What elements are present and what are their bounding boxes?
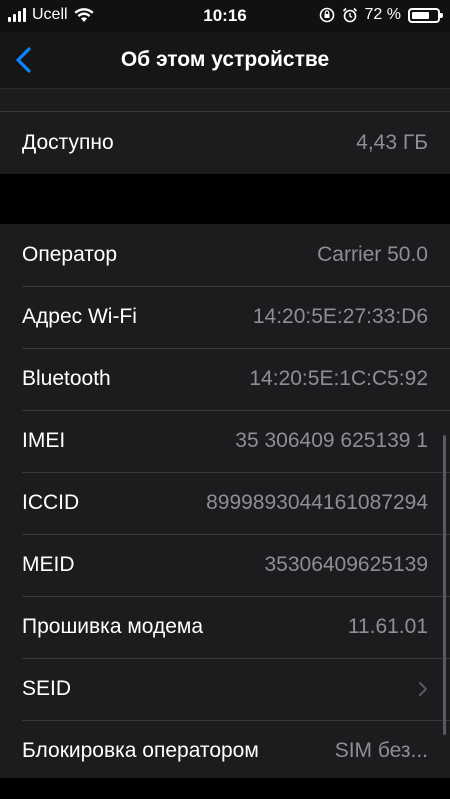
battery-icon <box>408 7 443 23</box>
section-gap <box>0 174 450 224</box>
row-value: 14:20:5E:1C:C5:92 <box>249 367 428 390</box>
previous-row-partial <box>0 89 450 112</box>
row-bluetooth: Bluetooth 14:20:5E:1C:C5:92 <box>0 348 450 410</box>
row-seid[interactable]: SEID <box>0 658 450 720</box>
page-title: Об этом устройстве <box>120 48 330 71</box>
alarm-icon <box>342 7 357 23</box>
row-label: ICCID <box>22 491 80 514</box>
row-iccid: ICCID 8999893044161087294 <box>0 472 450 534</box>
row-label: Оператор <box>22 243 118 266</box>
settings-list[interactable]: Доступно 4,43 ГБ Оператор Carrier 50.0 А… <box>0 89 450 799</box>
row-value: 35306409625139 <box>264 553 428 576</box>
row-available: Доступно 4,43 ГБ <box>0 112 450 174</box>
row-meid: MEID 35306409625139 <box>0 534 450 596</box>
row-label: MEID <box>22 553 75 576</box>
row-label: Доступно <box>22 131 114 154</box>
row-label: Блокировка оператором <box>22 739 259 762</box>
row-label: SEID <box>22 677 72 700</box>
row-value: 35 306409 625139 1 <box>235 429 428 452</box>
row-imei: IMEI 35 306409 625139 1 <box>0 410 450 472</box>
row-label: IMEI <box>22 429 66 452</box>
battery-percent: 72 % <box>364 6 401 23</box>
row-wifi-address: Адрес Wi-Fi 14:20:5E:27:33:D6 <box>0 286 450 348</box>
chevron-right-icon <box>419 682 427 696</box>
row-carrier-lock: Блокировка оператором SIM без... <box>0 720 450 782</box>
row-value: SIM без... <box>334 739 428 762</box>
orientation-lock-icon <box>319 7 334 23</box>
status-bar-right: 72 % <box>319 6 443 24</box>
row-value: 8999893044161087294 <box>206 491 428 514</box>
row-value: 4,43 ГБ <box>356 131 428 154</box>
row-operator: Оператор Carrier 50.0 <box>0 224 450 286</box>
battery-fill <box>412 11 429 19</box>
row-value: 14:20:5E:27:33:D6 <box>252 305 428 328</box>
row-modem-firmware: Прошивка модема 11.61.01 <box>0 596 450 658</box>
navigation-bar: Об этом устройстве <box>0 32 450 89</box>
scroll-indicator[interactable] <box>443 435 446 735</box>
capacity-group: Доступно 4,43 ГБ <box>0 112 450 174</box>
status-bar: Ucell 10:16 72 % <box>0 0 450 32</box>
bottom-edge <box>0 778 450 799</box>
row-value: 11.61.01 <box>347 615 428 638</box>
network-group: Оператор Carrier 50.0 Адрес Wi-Fi 14:20:… <box>0 224 450 782</box>
row-label: Адрес Wi-Fi <box>22 305 137 328</box>
row-label: Прошивка модема <box>22 615 204 638</box>
row-value: Carrier 50.0 <box>317 243 428 266</box>
row-label: Bluetooth <box>22 367 111 390</box>
